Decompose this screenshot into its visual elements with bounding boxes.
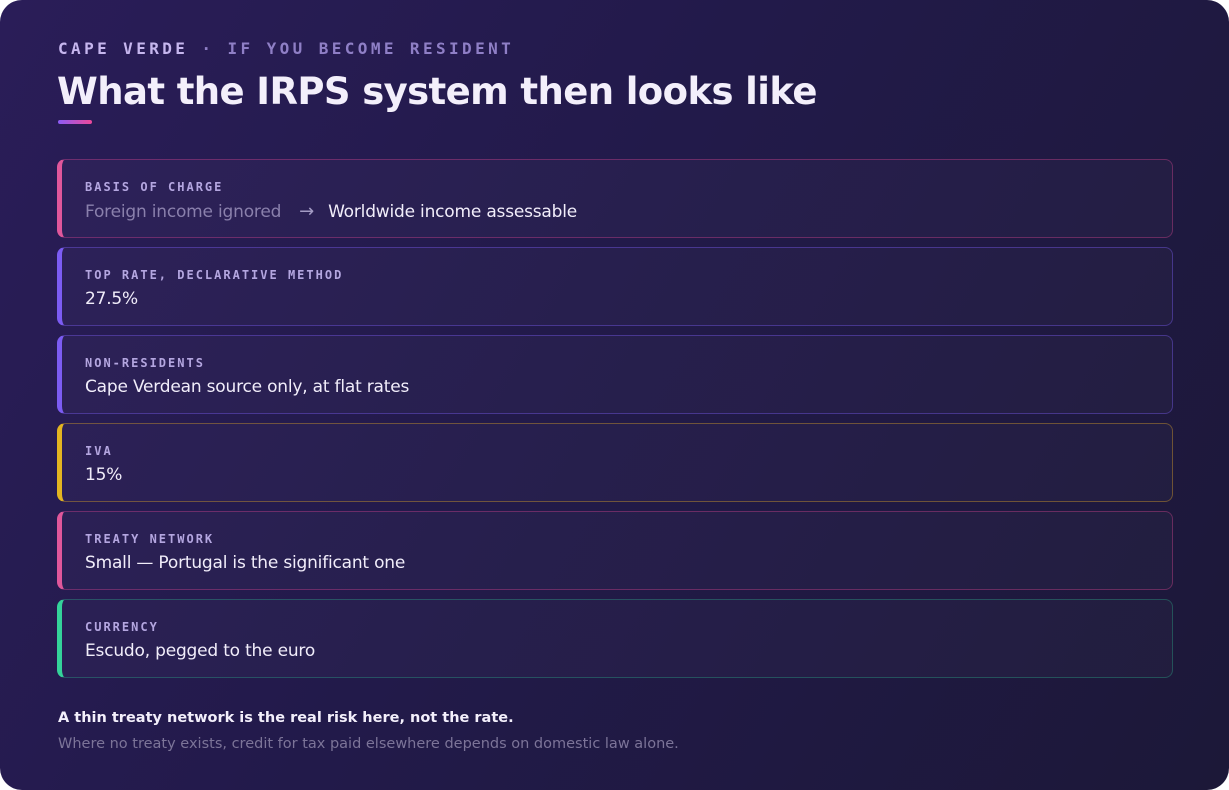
eyebrow-separator: · <box>201 39 215 58</box>
fact-label: NON-RESIDENTS <box>85 356 205 370</box>
fact-value: 27.5% <box>85 289 139 309</box>
fact-label: IVA <box>85 444 113 458</box>
eyebrow: CAPE VERDE · IF YOU BECOME RESIDENT <box>58 39 514 58</box>
fact-value: Escudo, pegged to the euro <box>85 641 316 661</box>
title-underline <box>58 120 92 124</box>
eyebrow-context: IF YOU BECOME RESIDENT <box>227 39 515 58</box>
fact-row-treaty-network: TREATY NETWORK Small — Portugal is the s… <box>57 511 1173 590</box>
info-card: CAPE VERDE · IF YOU BECOME RESIDENT What… <box>0 0 1229 790</box>
facts-list: BASIS OF CHARGE Foreign income ignored → W… <box>57 159 1173 687</box>
fact-value: Cape Verdean source only, at flat rates <box>85 377 410 397</box>
fact-label: TREATY NETWORK <box>85 532 215 546</box>
fact-row-currency: CURRENCY Escudo, pegged to the euro <box>57 599 1173 678</box>
fact-row-iva: IVA 15% <box>57 423 1173 502</box>
footnote-sub: Where no treaty exists, credit for tax p… <box>58 736 679 752</box>
footnote-main: A thin treaty network is the real risk h… <box>58 710 514 726</box>
fact-value: Small — Portugal is the significant one <box>85 553 406 573</box>
fact-value: 15% <box>85 465 123 485</box>
page-title: What the IRPS system then looks like <box>57 70 817 113</box>
eyebrow-country: CAPE VERDE <box>58 39 189 58</box>
fact-label: BASIS OF CHARGE <box>85 180 224 194</box>
fact-value: Foreign income ignored → Worldwide income … <box>85 201 577 222</box>
fact-label: TOP RATE, DECLARATIVE METHOD <box>85 268 344 282</box>
fact-value-after: Worldwide income assessable <box>328 202 578 222</box>
fact-row-basis-of-charge: BASIS OF CHARGE Foreign income ignored → W… <box>57 159 1173 238</box>
fact-label: CURRENCY <box>85 620 159 634</box>
arrow-right-icon: → <box>299 201 315 222</box>
fact-row-non-residents: NON-RESIDENTS Cape Verdean source only, … <box>57 335 1173 414</box>
fact-row-top-rate: TOP RATE, DECLARATIVE METHOD 27.5% <box>57 247 1173 326</box>
fact-value-before: Foreign income ignored <box>85 202 282 222</box>
